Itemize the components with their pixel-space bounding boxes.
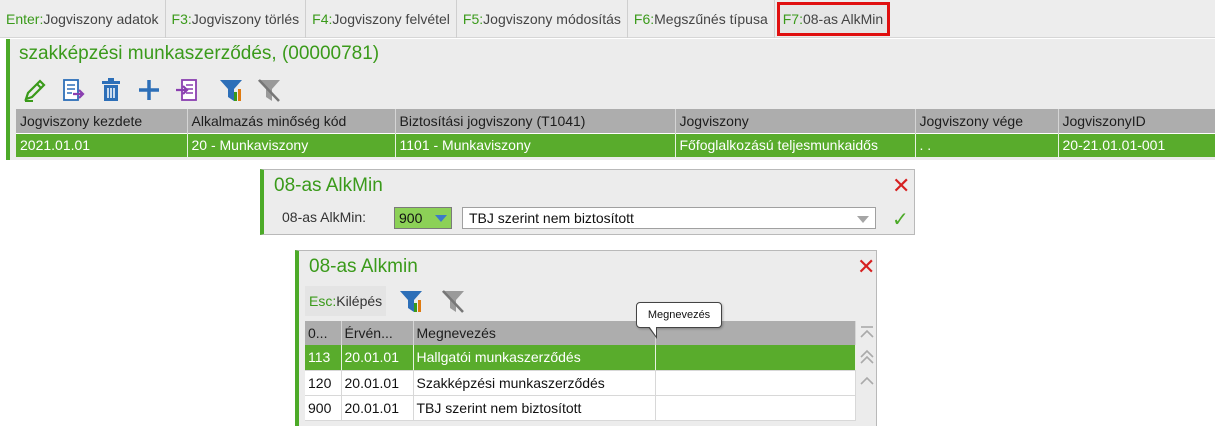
alkmin-code-value: 900 — [399, 210, 423, 226]
column-header[interactable]: Megnevezés — [413, 321, 656, 345]
table-cell: 900 — [305, 395, 342, 421]
table-cell: 2021.01.01 — [16, 132, 188, 157]
trash-icon[interactable] — [94, 74, 128, 106]
fkey-label: 08-as AlkMin — [802, 10, 884, 27]
fkey-label: Jogviszony módosítás — [483, 10, 621, 27]
pencil-icon[interactable] — [18, 74, 52, 106]
alkmin-description-value: TBJ szerint nem biztosított — [469, 210, 634, 226]
page-title: szakképzési munkaszerződés, (00000781) — [19, 43, 380, 64]
alkmin-field-label: 08-as AlkMin: — [282, 209, 367, 225]
table-cell: 20 - Munkaviszony — [187, 132, 396, 157]
table-cell: . . — [915, 132, 1059, 157]
export-icon[interactable] — [56, 74, 90, 106]
filter-icon[interactable] — [394, 285, 428, 317]
table-cell — [655, 370, 856, 396]
scroll-to-top-icon[interactable] — [856, 321, 878, 345]
page-up-icon[interactable] — [856, 345, 878, 369]
tooltip-tail-fill — [649, 326, 656, 336]
column-header[interactable]: Érvén... — [341, 321, 414, 345]
fkey-label: Jogviszony törlés — [191, 10, 300, 27]
table-cell: 120 — [305, 370, 342, 396]
table-cell: 113 — [305, 345, 342, 371]
table-header-row: 0... Érvén... Megnevezés — [305, 321, 856, 345]
fkey-f5-jogviszony-modositas[interactable]: F5: Jogviszony módosítás — [457, 0, 628, 38]
fkey-key: F5: — [462, 10, 484, 27]
fkey-label: Jogviszony adatok — [43, 10, 159, 27]
table-cell: Szakképzési munkaszerződés — [413, 370, 656, 396]
fkey-f3-jogviszony-torles[interactable]: F3: Jogviszony törlés — [166, 0, 307, 38]
lookup-toolbar: Esc: Kilépés — [305, 285, 470, 317]
column-header[interactable]: Alkalmazás minőség kód — [187, 109, 396, 133]
column-header[interactable]: Biztosítási jogviszony (T1041) — [395, 109, 676, 133]
alkmin-table: 0... Érvén... Megnevezés 113 20.01.01 Ha… — [305, 321, 856, 421]
main-panel: szakképzési munkaszerződés, (00000781) J… — [6, 39, 1215, 160]
table-cell: 20.01.01 — [341, 395, 414, 421]
fkey-key: F3: — [171, 10, 192, 27]
import-icon[interactable] — [170, 74, 204, 106]
chevron-down-icon[interactable] — [435, 215, 447, 222]
table-cell: 20.01.01 — [341, 345, 414, 371]
table-row[interactable]: 2021.01.01 20 - Munkaviszony 1101 - Munk… — [16, 132, 1215, 157]
close-icon[interactable]: ✕ — [892, 175, 910, 197]
filter-clear-icon[interactable] — [252, 74, 286, 106]
exit-label: Kilépés — [336, 293, 383, 309]
fkey-f7-08-as-alkmin[interactable]: F7: 08-as AlkMin — [776, 1, 891, 36]
fkey-f4-jogviszony-felvetel[interactable]: F4: Jogviszony felvétel — [306, 0, 457, 38]
table-cell: 20.01.01 — [341, 370, 414, 396]
close-icon[interactable]: ✕ — [857, 256, 875, 278]
alkmin-code-select[interactable]: 900 — [394, 207, 452, 229]
column-header[interactable]: 0... — [305, 321, 342, 345]
fkey-key: Enter: — [6, 10, 44, 27]
alkmin-lookup-dialog: 08-as Alkmin ✕ Esc: Kilépés 0... Érvén...… — [295, 250, 877, 426]
filter-icon[interactable] — [214, 74, 248, 106]
column-header-label: 0... — [308, 325, 328, 341]
table-cell: 20-21.01.01-001 — [1058, 132, 1215, 157]
dialog-title: 08-as Alkmin — [309, 256, 418, 277]
table-cell — [655, 395, 856, 421]
exit-button[interactable]: Esc: Kilépés — [305, 286, 387, 316]
jogviszony-table: Jogviszony kezdete Alkalmazás minőség kó… — [16, 109, 1215, 157]
chevron-down-icon[interactable] — [857, 216, 869, 223]
table-cell — [655, 345, 856, 371]
fkey-label: Megszűnés típusa — [654, 10, 768, 27]
alkmin-edit-dialog: 08-as AlkMin ✕ 08-as AlkMin: 900 TBJ sze… — [260, 169, 915, 235]
fkey-key: F6: — [633, 10, 655, 27]
scroll-up-icon[interactable] — [856, 369, 878, 393]
function-key-bar: Enter: Jogviszony adatok F3: Jogviszony tö… — [0, 0, 1215, 38]
column-tooltip: Megnevezés — [636, 302, 722, 328]
table-cell: TBJ szerint nem biztosított — [413, 395, 656, 421]
main-toolbar — [18, 73, 286, 107]
scroll-buttons — [855, 321, 879, 427]
table-cell: Főfoglalkozású teljesmunkaidős — [675, 132, 916, 157]
table-row[interactable]: 113 20.01.01 Hallgatói munkaszerződés — [305, 345, 856, 371]
fkey-key: F4: — [312, 10, 333, 27]
filter-clear-icon[interactable] — [436, 285, 470, 317]
column-header[interactable]: Jogviszony vége — [915, 109, 1059, 133]
table-header-row: Jogviszony kezdete Alkalmazás minőség kó… — [16, 109, 1215, 133]
esc-key: Esc: — [309, 293, 337, 309]
fkey-label: Jogviszony felvétel — [332, 10, 450, 27]
alkmin-description-select[interactable]: TBJ szerint nem biztosított — [462, 207, 876, 229]
table-cell: 1101 - Munkaviszony — [395, 132, 676, 157]
column-header[interactable]: JogviszonyID — [1058, 109, 1215, 133]
dialog-title: 08-as AlkMin — [274, 175, 383, 196]
fkey-enter-jogviszony-adatok[interactable]: Enter: Jogviszony adatok — [0, 0, 166, 38]
column-header[interactable]: Jogviszony kezdete — [16, 109, 188, 133]
table-row[interactable]: 900 20.01.01 TBJ szerint nem biztosított — [305, 395, 856, 421]
plus-icon[interactable] — [132, 74, 166, 106]
fkey-key: F7: — [782, 10, 803, 27]
fkey-f6-megszunes-tipusa[interactable]: F6: Megszűnés típusa — [628, 0, 775, 38]
check-icon[interactable]: ✓ — [892, 210, 909, 230]
column-header[interactable]: Jogviszony — [675, 109, 916, 133]
table-row[interactable]: 120 20.01.01 Szakképzési munkaszerződés — [305, 370, 856, 396]
table-cell: Hallgatói munkaszerződés — [413, 345, 656, 371]
